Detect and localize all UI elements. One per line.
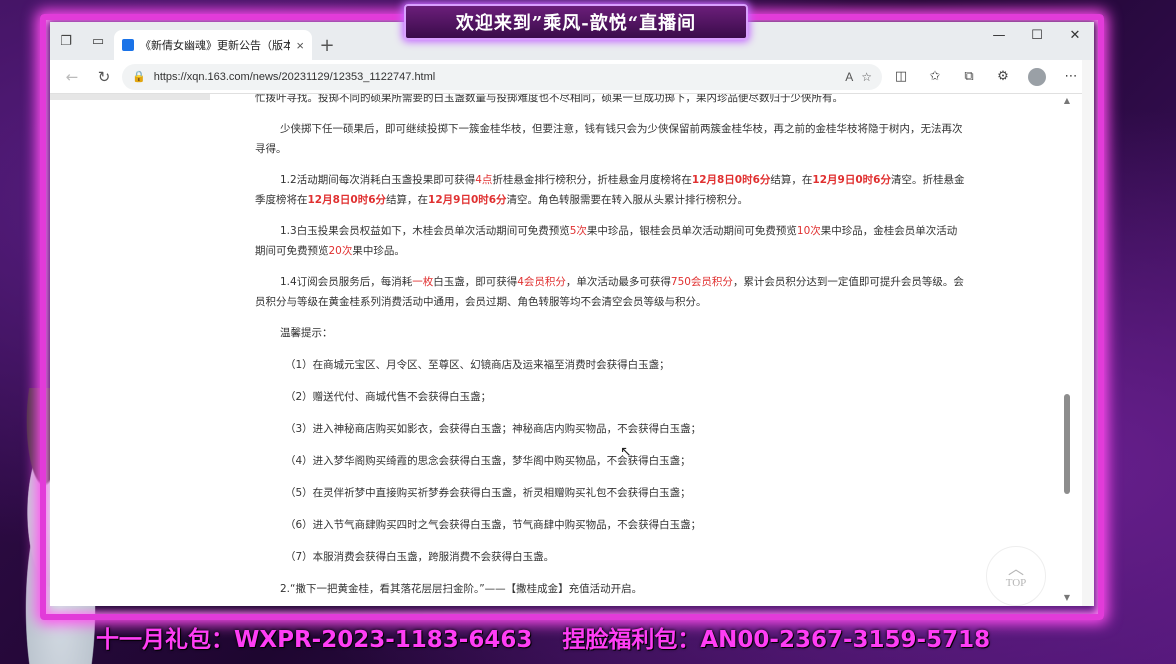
edge-sidebar [1082, 60, 1094, 606]
site-favicon-icon [122, 39, 134, 51]
refresh-icon[interactable]: ↻ [90, 63, 118, 91]
chevron-up-icon: ︿ [1007, 561, 1024, 578]
tab-title: 《新倩女幽魂》更新公告（版本 [140, 40, 291, 52]
paragraph-0: 忙拨叶寻找。投掷不同的硕果所需要的白玉盏数量与投掷难度也不尽相同，硕果一旦成功掷… [255, 94, 843, 104]
paragraph-1-4: 1.4订阅会员服务后，每消耗一枚白玉盏，即可获得4会员积分，单次活动最多可获得7… [255, 276, 964, 308]
left-gray-bar [50, 94, 210, 100]
scrollbar[interactable]: ▲ ▼ [1060, 94, 1072, 606]
url-text: https://xqn.163.com/news/20231129/12353_… [153, 70, 436, 83]
web-page: 忙拨叶寻找。投掷不同的硕果所需要的白玉盏数量与投掷难度也不尽相同，硕果一旦成功掷… [50, 94, 1094, 606]
tab-active[interactable]: 《新倩女幽魂》更新公告（版本 × [114, 30, 312, 60]
scroll-down-icon[interactable]: ▼ [1062, 593, 1072, 602]
tip-item: （4）进入梦华阁购买绮霞的思念会获得白玉盏，梦华阁中购买物品，不会获得白玉盏； [285, 455, 691, 467]
lock-icon[interactable]: 🔒 [132, 70, 146, 83]
tip-item: （7）本服消费会获得白玉盏，跨服消费不会获得白玉盏。 [285, 551, 555, 563]
favorite-star-icon[interactable]: ☆ [861, 70, 872, 84]
url-field[interactable]: 🔒 https://xqn.163.com/news/20231129/1235… [122, 63, 882, 90]
maximize-button[interactable]: ☐ [1018, 22, 1056, 50]
paragraph-1: 少侠掷下任一硕果后，即可继续投掷下一簇金桂华枝，但要注意，钱有钱只会为少侠保留前… [255, 123, 963, 155]
workspaces-icon[interactable]: ❐ [50, 22, 82, 60]
tip-item: （1）在商城元宝区、月令区、至尊区、幻镜商店及运来福至消费时会获得白玉盏； [285, 359, 670, 371]
split-screen-icon[interactable]: ◫ [886, 63, 916, 91]
tips-heading: 温馨提示： [280, 327, 333, 339]
tip-item: （5）在灵伴祈梦中直接购买祈梦券会获得白玉盏，祈灵相赠购买礼包不会获得白玉盏； [285, 487, 691, 499]
mouse-cursor-icon: ↖ [620, 444, 632, 460]
close-window-button[interactable]: ✕ [1056, 22, 1094, 50]
minimize-button[interactable]: — [980, 22, 1018, 50]
close-tab-icon[interactable]: × [296, 38, 304, 53]
tab-actions-icon[interactable]: ▭ [82, 22, 114, 60]
new-tab-button[interactable]: + [312, 30, 342, 60]
back-arrow-icon[interactable]: ← [58, 63, 86, 91]
paragraph-1-2: 1.2活动期间每次消耗白玉盏投果即可获得4点折桂悬金排行榜积分，折桂悬金月度榜将… [255, 174, 965, 206]
paragraph-1-3: 1.3白玉投果会员权益如下，木桂会员单次活动期间可免费预览5次果中珍品，银桂会员… [255, 225, 958, 257]
profile-avatar[interactable] [1022, 63, 1052, 91]
article-content: 忙拨叶寻找。投掷不同的硕果所需要的白玉盏数量与投掷难度也不尽相同，硕果一旦成功掷… [255, 94, 967, 599]
address-bar: ← ↻ 🔒 https://xqn.163.com/news/20231129/… [50, 60, 1094, 94]
back-to-top-button[interactable]: ︿ TOP [986, 546, 1046, 606]
collections-icon[interactable]: ⧉ [954, 63, 984, 91]
gift-code-1: 十一月礼包：WXPR-2023-1183-6463 [96, 627, 533, 653]
scroll-up-icon[interactable]: ▲ [1062, 96, 1072, 105]
gift-code-strip: 十一月礼包：WXPR-2023-1183-6463 捏脸福利包：AN00-236… [90, 618, 1104, 656]
tip-item: （3）进入神秘商店购买如影衣，会获得白玉盏；神秘商店内购买物品，不会获得白玉盏； [285, 423, 702, 435]
scrollbar-thumb[interactable] [1064, 394, 1070, 494]
gift-code-2: 捏脸福利包：AN00-2367-3159-5718 [562, 627, 991, 653]
stream-welcome-banner: 欢迎来到”乘风-歆悦“直播间 [404, 4, 748, 40]
tip-item: （2）赠送代付、商城代售不会获得白玉盏； [285, 391, 492, 403]
window-controls: — ☐ ✕ [980, 22, 1094, 50]
browser-window: ❐ ▭ 《新倩女幽魂》更新公告（版本 × + — ☐ ✕ ← ↻ 🔒 https… [50, 22, 1094, 606]
extensions-icon[interactable]: ⚙ [988, 63, 1018, 91]
section-2-heading: 2.“撒下一把黄金桂，看其落花层层扫金阶。”——【撒桂成金】充值活动开启。 [280, 583, 643, 595]
tip-item: （6）进入节气商肆购买四时之气会获得白玉盏，节气商肆中购买物品，不会获得白玉盏； [285, 519, 702, 531]
favorites-icon[interactable]: ✩ [920, 63, 950, 91]
read-aloud-icon[interactable]: A [845, 70, 853, 84]
top-label: TOP [1005, 577, 1027, 589]
